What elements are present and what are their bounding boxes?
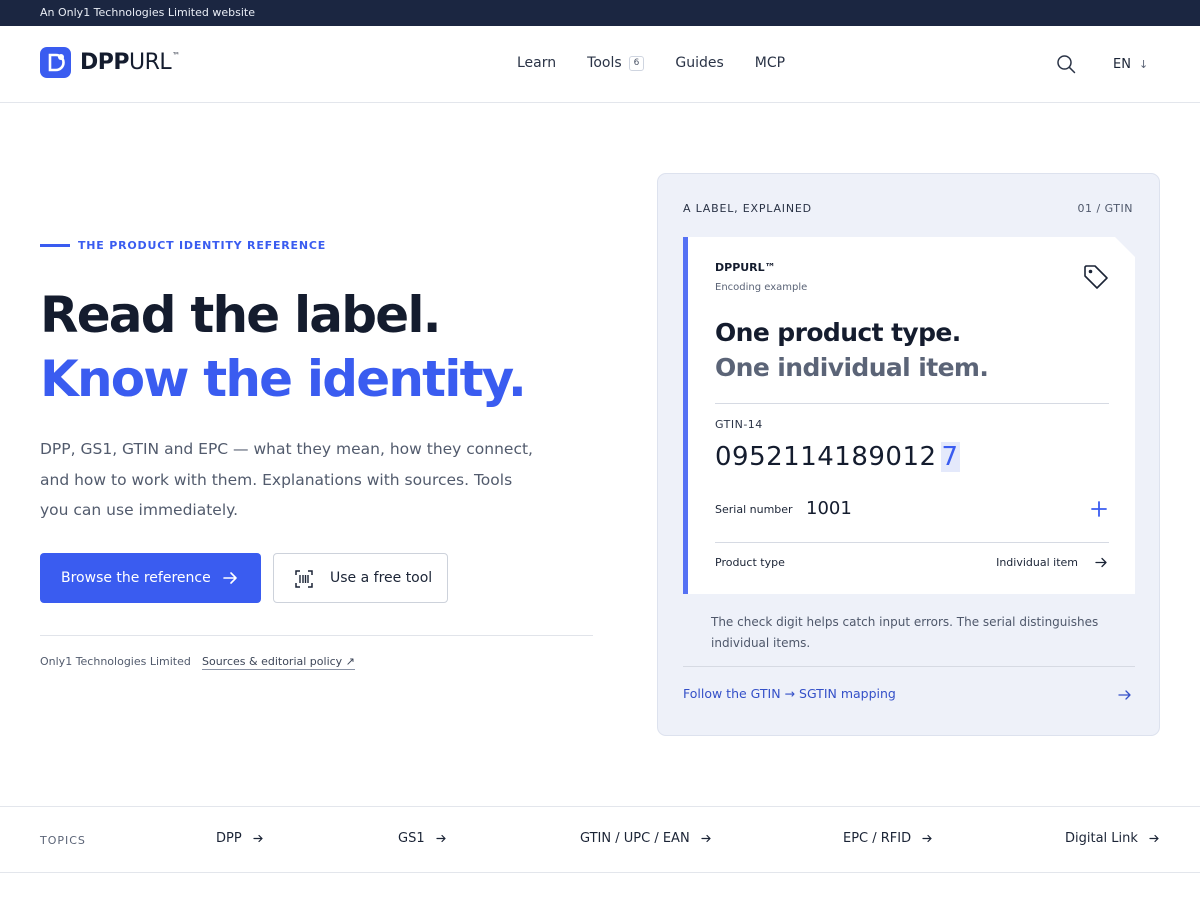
arrow-right-icon [701,834,711,843]
company-name: Only1 Technologies Limited [40,655,191,668]
nav-tools[interactable]: Tools 6 [587,55,645,71]
label-card: DPPURL™ Encoding example One product typ… [683,237,1135,594]
site-header: DPPURL™ Learn Tools 6 Guides MCP EN ↓ [0,26,1200,103]
nav-learn[interactable]: Learn [517,55,556,71]
card-brand: DPPURL™ [715,261,776,274]
label-explainer-panel: A LABEL, EXPLAINED 01 / GTIN DPPURL™ Enc… [657,173,1160,736]
language-selector[interactable]: EN ↓ [1113,57,1148,72]
tag-icon [1082,263,1110,291]
serial-label: Serial number [715,503,793,516]
down-arrow-icon: ↓ [1138,58,1149,71]
logo-text: DPPURL™ [80,49,180,75]
hero-eyebrow: THE PRODUCT IDENTITY REFERENCE [40,239,326,252]
gtin-number: 0952114189012 7 [715,442,960,472]
topic-dpp[interactable]: DPP [216,831,264,846]
card-brand-subtitle: Encoding example [715,282,808,293]
arrow-right-icon [1149,834,1159,843]
logo[interactable]: DPPURL™ [40,46,180,78]
use-free-tool-button[interactable]: Use a free tool [273,553,448,603]
logo-mark-icon [40,46,71,78]
product-type-value: Individual item [996,556,1078,569]
topic-gs1[interactable]: GS1 [398,831,447,846]
arrow-right-icon[interactable] [1118,688,1132,702]
arrow-right-icon [922,834,932,843]
topbar: An Only1 Technologies Limited website [0,0,1200,26]
gtin-sgtin-mapping-link[interactable]: Follow the GTIN → SGTIN mapping [683,686,896,701]
serial-value: 1001 [806,498,852,519]
search-icon[interactable] [1056,54,1076,74]
sources-policy-link[interactable]: Sources & editorial policy ↗ [202,655,355,670]
hero-title-line1: Read the label. [40,286,442,344]
panel-heading: A LABEL, EXPLAINED [683,202,812,215]
topic-gtin-upc-ean[interactable]: GTIN / UPC / EAN [580,831,712,846]
topic-digital-link[interactable]: Digital Link [1065,831,1160,846]
eyebrow-line [40,244,70,247]
browse-reference-button[interactable]: Browse the reference [40,553,261,603]
gtin-check-digit: 7 [941,442,959,472]
panel-step-indicator: 01 / GTIN [1077,202,1133,215]
hero-title-line2: Know the identity. [40,350,527,408]
main-nav: Learn Tools 6 Guides MCP [517,55,816,71]
card-headline-1: One product type. [715,318,961,347]
hero-subtitle: DPP, GS1, GTIN and EPC — what they mean,… [40,440,533,519]
divider [683,666,1135,667]
product-type-label: Product type [715,556,785,569]
arrow-right-icon[interactable] [1095,556,1108,569]
topics-bar: TOPICS DPP GS1 GTIN / UPC / EAN EPC / RF… [0,806,1200,873]
plus-icon[interactable] [1091,501,1107,517]
topbar-text: An Only1 Technologies Limited website [40,6,255,19]
topics-label: TOPICS [40,834,86,847]
divider [715,542,1109,543]
gtin-body: 0952114189012 [715,442,937,472]
arrow-right-icon [436,834,446,843]
card-headline-2: One individual item. [715,353,989,382]
topic-epc-rfid[interactable]: EPC / RFID [843,831,933,846]
panel-note: The check digit helps catch input errors… [711,615,1099,650]
nav-guides[interactable]: Guides [675,55,723,71]
divider [715,403,1109,404]
barcode-scan-icon [295,570,313,588]
nav-mcp[interactable]: MCP [755,55,785,71]
gtin-label: GTIN-14 [715,418,763,431]
divider [40,635,593,636]
arrow-right-icon [223,572,237,584]
arrow-right-icon [253,834,263,843]
hero-title: Read the label. Know the identity. [40,283,527,411]
tools-count-badge: 6 [628,55,645,71]
